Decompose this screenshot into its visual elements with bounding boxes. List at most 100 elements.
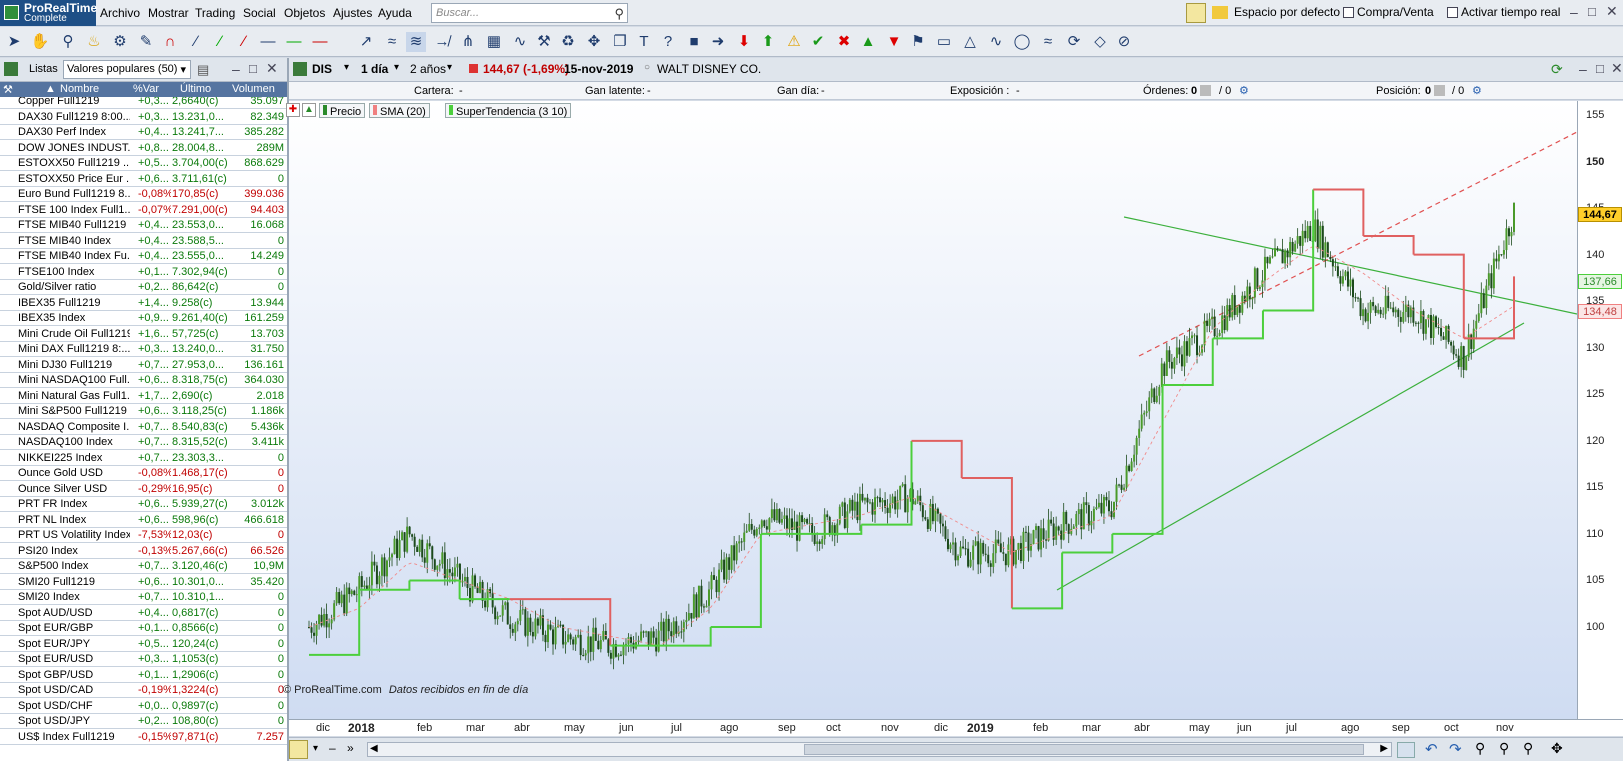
list-row[interactable]: Spot USD/JPY +0,2... 108,80(c) 0 — [0, 713, 287, 729]
list-row[interactable]: Gold/Silver ratio +0,2... 86,642(c) 0 — [0, 279, 287, 295]
menu-social[interactable]: Social — [243, 6, 276, 20]
add-indicator-icon[interactable]: ▲ — [302, 103, 316, 117]
fibonacci-icon[interactable]: ≋ — [406, 32, 426, 52]
check-icon[interactable]: ✔ — [808, 32, 828, 52]
ruler-icon[interactable]: ✎ — [136, 32, 156, 52]
cursor-icon[interactable]: ➤ — [4, 32, 24, 52]
remove-indicator-icon[interactable]: ✚ — [286, 103, 300, 117]
elliott-icon[interactable]: ≈ — [1038, 32, 1058, 52]
list-row[interactable]: Mini NASDAQ100 Full... +0,6... 8.318,75(c)… — [0, 372, 287, 388]
chart-canvas[interactable] — [289, 101, 1578, 719]
folder-icon[interactable] — [1212, 6, 1228, 19]
flag-icon[interactable]: ⚑ — [908, 32, 928, 52]
wrench-icon[interactable]: ⚒ — [3, 83, 13, 96]
menu-ajustes[interactable]: Ajustes — [333, 6, 372, 20]
trash-icon[interactable]: ♻ — [558, 32, 578, 52]
symbol-field[interactable]: DIS — [312, 62, 332, 76]
question-icon[interactable]: ? — [658, 32, 678, 52]
time-axis[interactable]: dic 2018 feb mar abr may jun jul ago sep oct nov dic… — [289, 719, 1623, 736]
menu-trading[interactable]: Trading — [195, 6, 235, 20]
legend-sma[interactable]: SMA (20) — [369, 103, 430, 118]
menu-objetos[interactable]: Objetos — [284, 6, 325, 20]
text-tool-icon[interactable]: T — [634, 32, 654, 52]
list-row[interactable]: FTSE MIB40 Index Fu... +0,4... 23.555,0...… — [0, 248, 287, 264]
list-row[interactable]: Ounce Silver USD -0,29% 16,95(c) 0 — [0, 481, 287, 497]
position-settings-icon[interactable]: ⚙ — [1472, 84, 1482, 97]
arrow-right-icon[interactable]: ➜ — [708, 32, 728, 52]
list-row[interactable]: FTSE MIB40 Full1219 +0,4... 23.553,0... 16.… — [0, 217, 287, 233]
triangle-icon[interactable]: △ — [960, 32, 980, 52]
list-row[interactable]: NASDAQ100 Index +0,7... 8.315,52(c) 3.411k — [0, 434, 287, 450]
channel-icon[interactable]: ≈ — [382, 32, 402, 52]
red-horizontal-line-icon[interactable]: — — [310, 32, 330, 52]
list-row[interactable]: IBEX35 Full1219 +1,4... 9.258(c) 13.944 — [0, 295, 287, 311]
legend-precio[interactable]: Precio — [319, 103, 366, 118]
arrow-down-icon[interactable]: ⬇ — [734, 32, 754, 52]
list-row[interactable]: Ounce Gold USD -0,08% 1.468,17(c) 0 — [0, 465, 287, 481]
warning-icon[interactable]: ⚠ — [784, 32, 804, 52]
lists-label[interactable]: Listas — [29, 63, 58, 75]
move-icon[interactable]: ✥ — [584, 32, 604, 52]
realtime-toggle[interactable]: Activar tiempo real — [1447, 5, 1560, 19]
list-row[interactable]: IBEX35 Index +0,9... 9.261,40(c) 161.259 — [0, 310, 287, 326]
chart-scrollbar[interactable]: ◀ ▶ — [367, 742, 1392, 757]
list-row[interactable]: PRT FR Index +0,6... 5.939,27(c) 3.012k — [0, 496, 287, 512]
search-icon[interactable]: ⚲ — [614, 6, 624, 22]
position-detail-icon[interactable] — [1434, 85, 1445, 96]
pitchfork-icon[interactable]: ⋔ — [458, 32, 478, 52]
price-axis[interactable]: 155150145140135130125120115110105100 — [1577, 101, 1623, 719]
list-row[interactable]: FTSE100 Index +0,1... 7.302,94(c) 0 — [0, 264, 287, 280]
chevron-down-icon[interactable]: ▾ — [344, 62, 349, 73]
maximize-panel-icon[interactable]: □ — [1596, 61, 1604, 76]
expand-icon[interactable]: » — [347, 741, 354, 755]
minimize-window-icon[interactable]: – — [1570, 4, 1578, 20]
checkbox-icon[interactable] — [1343, 7, 1354, 19]
column-nombre[interactable]: Nombre — [60, 83, 99, 95]
list-row[interactable]: Copper Full1219 +0,3... 2,6640(c) 35.097 — [0, 97, 287, 109]
list-row[interactable]: Spot EUR/JPY +0,5... 120,24(c) 0 — [0, 636, 287, 652]
scroll-left-icon[interactable]: ◀ — [370, 743, 378, 754]
rectangle-icon[interactable]: ▭ — [934, 32, 954, 52]
close-panel-icon[interactable]: ✕ — [1611, 60, 1623, 77]
edit-chart-icon[interactable] — [289, 740, 308, 759]
list-select[interactable]: Valores populares (50) ▾ — [63, 60, 191, 79]
checkbox-icon[interactable] — [1447, 7, 1458, 19]
zoom-reset-icon[interactable]: ⚲ — [1523, 740, 1533, 757]
maximize-window-icon[interactable]: □ — [1588, 4, 1596, 19]
column-ultimo[interactable]: Último — [180, 83, 211, 95]
thumbs-down-icon[interactable]: ▼ — [884, 32, 904, 52]
line-tool-icon[interactable]: ∕ — [186, 32, 206, 52]
chevron-down-icon[interactable]: ▾ — [447, 62, 452, 73]
cycle-icon[interactable]: ⟳ — [1064, 32, 1084, 52]
wave-icon[interactable]: ∿ — [510, 32, 530, 52]
collapse-icon[interactable]: – — [329, 741, 336, 755]
column-volumen[interactable]: Volumen — [232, 83, 275, 95]
list-row[interactable]: DOW JONES INDUST... +0,8... 28.004,8... 289… — [0, 140, 287, 156]
column-var[interactable]: %Var — [133, 83, 159, 95]
list-row[interactable]: Spot USD/CAD -0,19% 1,3224(c) 0 — [0, 682, 287, 698]
diamond-icon[interactable]: ◇ — [1090, 32, 1110, 52]
list-row[interactable]: S&P500 Index +0,7... 3.120,46(c) 10,9M — [0, 558, 287, 574]
list-row[interactable]: PRT US Volatility Index -7,53% 12,03(c) 0 — [0, 527, 287, 543]
thumbs-up-icon[interactable]: ▲ — [858, 32, 878, 52]
green-line-icon[interactable]: ∕ — [210, 32, 230, 52]
list-row[interactable]: SMI20 Full1219 +0,6... 10.301,0... 35.420 — [0, 574, 287, 590]
list-row[interactable]: Spot EUR/GBP +0,1... 0,8566(c) 0 — [0, 620, 287, 636]
list-row[interactable]: US$ Index Full1219 -0,15% 97,871(c) 7.257 — [0, 729, 287, 745]
list-row[interactable]: ESTOXX50 Price Eur ... +0,6... 3.711,61(c)… — [0, 171, 287, 187]
list-row[interactable]: Euro Bund Full1219 8... -0,08% 170,85(c) 39… — [0, 186, 287, 202]
list-row[interactable]: NIKKEI225 Index +0,7... 23.303,3... 0 — [0, 450, 287, 466]
list-row[interactable]: FTSE 100 Index Full1... -0,07% 7.291,00(c)… — [0, 202, 287, 218]
alert-bell-icon[interactable]: ♨ — [84, 32, 104, 52]
menu-ayuda[interactable]: Ayuda — [378, 6, 412, 20]
undo-icon[interactable]: ↶ — [1425, 740, 1438, 758]
chevron-down-icon[interactable]: ▾ — [394, 62, 399, 73]
refresh-icon[interactable]: ⟳ — [1551, 61, 1563, 78]
list-edit-icon[interactable]: ▤ — [197, 62, 209, 78]
tools-icon[interactable]: ⚒ — [534, 32, 554, 52]
copy-icon[interactable]: ❐ — [610, 32, 630, 52]
list-row[interactable]: NASDAQ Composite I... +0,7... 8.540,83(c) 5… — [0, 419, 287, 435]
fit-icon[interactable]: ✥ — [1551, 740, 1563, 757]
workspace-label[interactable]: Espacio por defecto — [1234, 5, 1340, 19]
zoom-icon[interactable]: ⚲ — [58, 32, 78, 52]
